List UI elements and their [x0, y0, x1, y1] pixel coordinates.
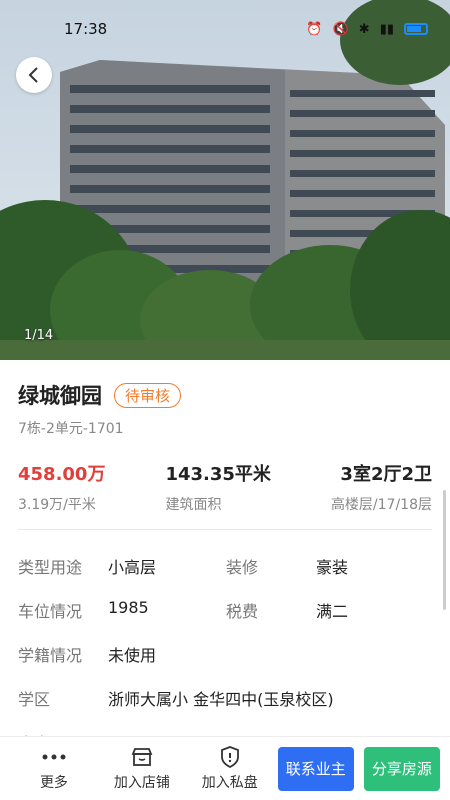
- key-stats: 458.00万 3.19万/平米 143.35平米 建筑面积 3室2厅2卫 高楼…: [18, 460, 432, 514]
- area-value: 143.35平米: [165, 464, 271, 485]
- battery-icon: [404, 23, 428, 35]
- parking-value: 1985: [108, 598, 149, 617]
- district-value: 浙师大属小 金华四中(玉泉校区): [108, 690, 334, 709]
- info-row: 类型用途 小高层 装修 豪装: [18, 544, 432, 588]
- tax-label: 税费: [226, 602, 259, 621]
- bottom-action-bar: 更多 加入店铺 加入私盘 联系业主 分享房源: [0, 736, 450, 800]
- add-private-button[interactable]: 加入私盘: [186, 745, 274, 792]
- info-row: 车位情况 1985 税费 满二: [18, 588, 432, 632]
- layout-stat: 3室2厅2卫 高楼层/17/18层: [331, 460, 432, 514]
- alarm-icon: ⏰: [306, 21, 323, 37]
- info-row: 学区 浙师大属小 金华四中(玉泉校区): [18, 676, 432, 720]
- share-listing-button[interactable]: 分享房源: [363, 746, 441, 791]
- back-button[interactable]: [16, 57, 52, 93]
- parking-label: 车位情况: [18, 602, 83, 621]
- listing-details: 绿城御园 待审核 7栋-2单元-1701 458.00万 3.19万/平米 14…: [0, 360, 450, 740]
- school-status-value: 未使用: [108, 646, 157, 665]
- contact-owner-button[interactable]: 联系业主: [277, 746, 354, 791]
- add-shop-label: 加入店铺: [113, 774, 170, 791]
- scrollbar[interactable]: [443, 490, 446, 610]
- divider: [18, 529, 432, 530]
- add-shop-button[interactable]: 加入店铺: [98, 746, 186, 792]
- type-value: 小高层: [108, 558, 157, 577]
- signal-icon: ▮▮: [379, 21, 394, 37]
- info-grid: 类型用途 小高层 装修 豪装 车位情况 1985 税费 满二 学籍情况 未使用 …: [18, 544, 432, 740]
- decoration-label: 装修: [226, 558, 259, 577]
- floor-value: 高楼层/17/18层: [330, 497, 432, 513]
- unit-price: 3.19万/平米: [18, 497, 96, 513]
- type-label: 类型用途: [18, 558, 83, 577]
- status-time: 17:38: [64, 20, 108, 38]
- more-dots-icon: [42, 746, 66, 768]
- tax-value: 满二: [316, 602, 349, 621]
- status-bar: 17:38 ⏰ 🔇 ✱ ▮▮: [0, 0, 450, 58]
- status-icons: ⏰ 🔇 ✱ ▮▮: [306, 22, 428, 37]
- photo-index: 1/14: [24, 328, 54, 343]
- listing-title: 绿城御园: [18, 384, 102, 408]
- area-label: 建筑面积: [165, 497, 222, 513]
- layout-value: 3室2厅2卫: [340, 464, 432, 485]
- mute-icon: 🔇: [332, 21, 349, 37]
- more-label: 更多: [39, 774, 68, 791]
- price-value: 458.00万: [18, 464, 106, 485]
- chevron-left-icon: [28, 67, 38, 83]
- area-stat: 143.35平米 建筑面积: [165, 460, 270, 514]
- more-button[interactable]: 更多: [10, 746, 98, 792]
- status-badge: 待审核: [114, 382, 182, 408]
- bluetooth-icon: ✱: [358, 21, 370, 37]
- unit-address: 7栋-2单元-1701: [18, 421, 124, 437]
- school-status-label: 学籍情况: [18, 646, 83, 665]
- shield-icon: [220, 745, 239, 768]
- add-private-label: 加入私盘: [201, 774, 258, 791]
- price-stat: 458.00万 3.19万/平米: [18, 460, 105, 514]
- district-label: 学区: [18, 690, 51, 709]
- info-row: 学籍情况 未使用: [18, 632, 432, 676]
- decoration-value: 豪装: [316, 558, 349, 577]
- shop-icon: [131, 746, 153, 768]
